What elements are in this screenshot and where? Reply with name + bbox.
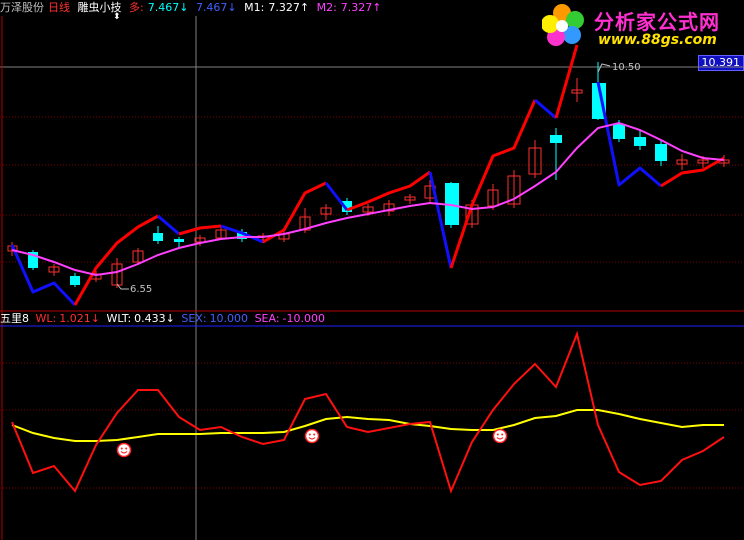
wlt-line bbox=[11, 409, 724, 442]
ma-line bbox=[11, 121, 725, 277]
trend-line-red bbox=[554, 44, 579, 119]
trend-line-blue bbox=[324, 182, 349, 211]
wlt-label: WLT: bbox=[106, 312, 132, 325]
wl-label: WL: bbox=[35, 312, 57, 325]
trend-lines bbox=[10, 44, 725, 307]
sex-value: 10.000 bbox=[209, 312, 249, 325]
trend-line-red bbox=[178, 224, 222, 236]
sex-label: SEX: bbox=[181, 312, 207, 325]
sea-label: SEA: bbox=[254, 312, 280, 325]
wl-line bbox=[11, 330, 725, 494]
high-marker bbox=[597, 63, 611, 73]
trend-line-blue bbox=[157, 214, 180, 236]
trend-line-red bbox=[262, 181, 327, 244]
trend-line-blue bbox=[596, 81, 662, 188]
low-annotation: 6.55 bbox=[130, 284, 152, 295]
smiley-icon bbox=[304, 428, 320, 444]
candlesticks bbox=[7, 62, 730, 288]
smiley-icon bbox=[116, 442, 132, 458]
smiley-icon bbox=[492, 428, 508, 444]
sub-panel-header: 五里8 WL: 1.021↓ WLT: 0.433↓ SEX: 10.000 SEA:… bbox=[0, 312, 744, 326]
trend-line-red bbox=[660, 156, 725, 188]
sub-panel-name[interactable]: 五里8 bbox=[0, 312, 29, 325]
wl-value: 1.021↓ bbox=[59, 312, 100, 325]
chart-area[interactable]: 10.50 6.55 bbox=[0, 0, 744, 540]
trend-line-blue bbox=[534, 98, 557, 120]
wlt-value: 0.433↓ bbox=[134, 312, 175, 325]
high-annotation: 10.50 bbox=[612, 62, 641, 73]
sea-value: -10.000 bbox=[282, 312, 326, 325]
trend-line-blue bbox=[10, 244, 77, 307]
